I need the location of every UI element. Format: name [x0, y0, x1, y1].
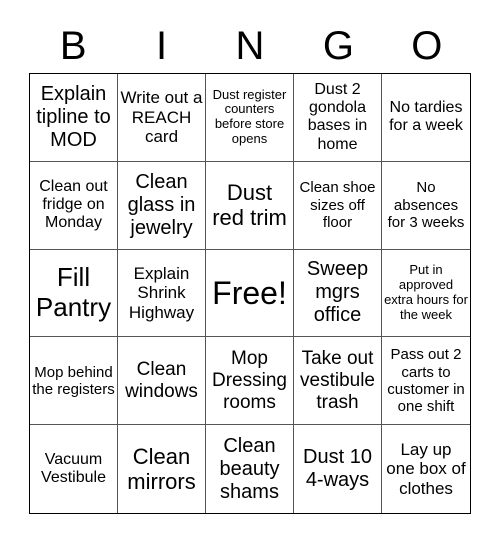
bingo-cell[interactable]: Lay up one box of clothes — [382, 425, 470, 513]
bingo-cell[interactable]: Sweep mgrs office — [294, 249, 382, 338]
bingo-cell[interactable]: Mop behind the registers — [30, 337, 118, 426]
header-letter-b: B — [59, 24, 87, 68]
bingo-cell[interactable]: Clean shoe sizes off floor — [294, 161, 382, 250]
bingo-cell[interactable]: Pass out 2 carts to customer in one shif… — [382, 337, 470, 426]
bingo-cell[interactable]: Dust register counters before store open… — [206, 74, 294, 162]
header-letter-i: I — [156, 24, 168, 68]
bingo-cell[interactable]: Explain Shrink Highway — [118, 249, 206, 338]
bingo-cell[interactable]: Mop Dressing rooms — [206, 337, 294, 426]
bingo-cell[interactable]: Clean mirrors — [118, 425, 206, 513]
bingo-cell[interactable]: Vacuum Vestibule — [30, 425, 118, 513]
free-space[interactable]: Free! — [206, 249, 294, 338]
header-letter-g: G — [322, 24, 354, 68]
bingo-cell[interactable]: Fill Pantry — [30, 249, 118, 338]
bingo-grid: Explain tipline to MOD Write out a REACH… — [29, 73, 471, 514]
bingo-cell[interactable]: Clean windows — [118, 337, 206, 426]
bingo-cell[interactable]: Write out a REACH card — [118, 74, 206, 162]
bingo-cell[interactable]: Explain tipline to MOD — [30, 74, 118, 162]
bingo-cell[interactable]: Take out vestibule trash — [294, 337, 382, 426]
bingo-cell[interactable]: Dust red trim — [206, 161, 294, 250]
header-letter-n: N — [235, 24, 265, 68]
bingo-cell[interactable]: No tardies for a week — [382, 74, 470, 162]
bingo-cell[interactable]: Clean glass in jewelry — [118, 161, 206, 250]
bingo-cell[interactable]: Put in approved extra hours for the week — [382, 250, 470, 338]
bingo-cell[interactable]: Dust 2 gondola bases in home — [294, 74, 382, 162]
bingo-cell[interactable]: Dust 10 4-ways — [294, 425, 382, 513]
bingo-cell[interactable]: No absences for 3 weeks — [382, 162, 470, 250]
bingo-header: B I N G O — [29, 22, 471, 70]
header-letter-o: O — [411, 24, 443, 68]
bingo-cell[interactable]: Clean beauty shams — [206, 425, 294, 513]
bingo-cell[interactable]: Clean out fridge on Monday — [30, 161, 118, 250]
